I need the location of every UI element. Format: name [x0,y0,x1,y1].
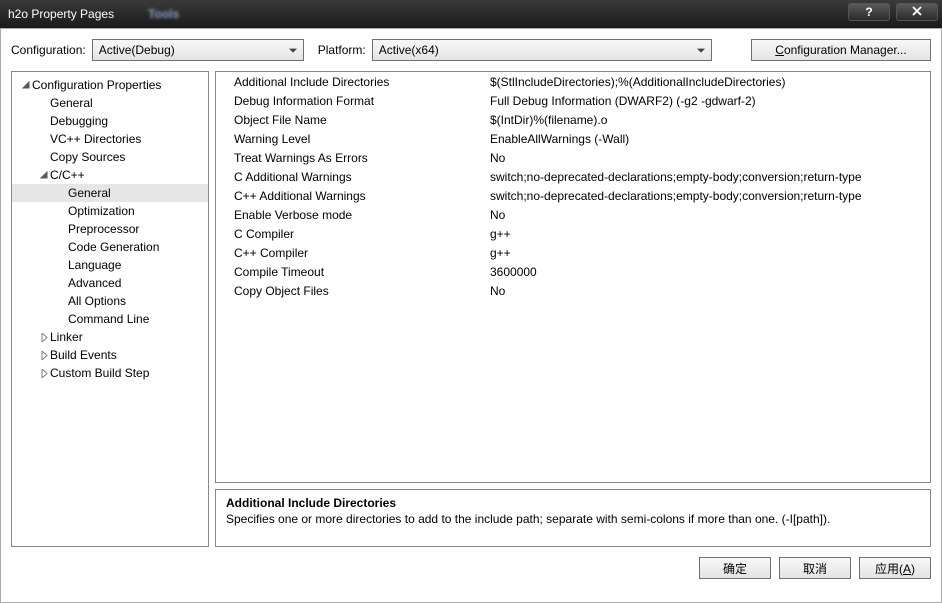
property-row[interactable]: Compile Timeout3600000 [216,262,930,281]
property-row[interactable]: C++ Additional Warningsswitch;no-depreca… [216,186,930,205]
chevron-down-icon [285,43,301,57]
property-name: Additional Include Directories [216,75,486,89]
property-row[interactable]: Object File Name$(IntDir)%(filename).o [216,110,930,129]
question-icon: ? [865,5,872,19]
property-value[interactable]: g++ [486,246,930,260]
platform-combo[interactable]: Active(x64) [372,39,712,61]
property-row[interactable]: Additional Include Directories$(StlInclu… [216,72,930,91]
property-value[interactable]: switch;no-deprecated-declarations;empty-… [486,189,930,203]
property-name: Copy Object Files [216,284,486,298]
property-value[interactable]: EnableAllWarnings (-Wall) [486,132,930,146]
property-name: C++ Compiler [216,246,486,260]
platform-value: Active(x64) [379,43,693,57]
property-row[interactable]: Copy Object FilesNo [216,281,930,300]
platform-label: Platform: [318,43,366,57]
window-buttons: ? [848,3,938,21]
titlebar: h2o Property Pages Tools ? [0,0,942,28]
chevron-down-icon [693,43,709,57]
property-row[interactable]: C Additional Warningsswitch;no-deprecate… [216,167,930,186]
property-name: Enable Verbose mode [216,208,486,222]
description-heading: Additional Include Directories [226,496,920,510]
tree-item[interactable]: Language [12,256,208,274]
configuration-label: Configuration: [11,43,86,57]
description-pane: Additional Include Directories Specifies… [215,489,931,547]
property-name: Warning Level [216,132,486,146]
property-value[interactable]: No [486,284,930,298]
property-row[interactable]: C++ Compilerg++ [216,243,930,262]
property-name: Treat Warnings As Errors [216,151,486,165]
tree-item[interactable]: Advanced [12,274,208,292]
property-row[interactable]: Treat Warnings As ErrorsNo [216,148,930,167]
tree-root[interactable]: Configuration Properties [12,76,208,94]
blurred-text: Tools [148,7,179,21]
right-panel: Additional Include Directories$(StlInclu… [215,71,931,547]
tree-item[interactable]: Debugging [12,112,208,130]
property-row[interactable]: Warning LevelEnableAllWarnings (-Wall) [216,129,930,148]
property-value[interactable]: g++ [486,227,930,241]
tree-item[interactable]: General [12,184,208,202]
tree-item[interactable]: General [12,94,208,112]
help-button[interactable]: ? [848,3,890,21]
property-name: Debug Information Format [216,94,486,108]
tree-item[interactable]: Code Generation [12,238,208,256]
property-value[interactable]: No [486,208,930,222]
dialog-footer: 确定 取消 应用(A) [11,557,931,579]
tree-item[interactable]: Optimization [12,202,208,220]
property-name: C++ Additional Warnings [216,189,486,203]
tree-item[interactable]: Build Events [12,346,208,364]
tree-item[interactable]: VC++ Directories [12,130,208,148]
property-value[interactable]: Full Debug Information (DWARF2) (-g2 -gd… [486,94,930,108]
ok-button[interactable]: 确定 [699,557,771,579]
description-body: Specifies one or more directories to add… [226,512,920,526]
configuration-combo[interactable]: Active(Debug) [92,39,304,61]
property-grid[interactable]: Additional Include Directories$(StlInclu… [215,71,931,483]
tree-item[interactable]: Command Line [12,310,208,328]
property-row[interactable]: Enable Verbose modeNo [216,205,930,224]
close-button[interactable] [896,3,938,21]
top-controls: Configuration: Active(Debug) Platform: A… [11,39,931,61]
cancel-button[interactable]: 取消 [779,557,851,579]
apply-button[interactable]: 应用(A) [859,557,931,579]
dialog-body: Configuration: Active(Debug) Platform: A… [0,28,942,603]
property-value[interactable]: switch;no-deprecated-declarations;empty-… [486,170,930,184]
tree-item[interactable]: Linker [12,328,208,346]
tree-item[interactable]: Preprocessor [12,220,208,238]
tree-node-cpp[interactable]: C/C++ [12,166,208,184]
nav-tree[interactable]: Configuration Properties GeneralDebuggin… [11,71,209,547]
configuration-value: Active(Debug) [99,43,285,57]
window-title: h2o Property Pages [8,7,114,21]
expand-icon[interactable] [38,367,50,379]
property-value[interactable]: $(StlIncludeDirectories);%(AdditionalInc… [486,75,930,89]
tree-item[interactable]: All Options [12,292,208,310]
property-name: C Compiler [216,227,486,241]
tree-item[interactable]: Copy Sources [12,148,208,166]
expand-icon[interactable] [38,331,50,343]
main-split: Configuration Properties GeneralDebuggin… [11,71,931,547]
property-value[interactable]: 3600000 [486,265,930,279]
property-value[interactable]: No [486,151,930,165]
close-icon [911,5,923,19]
collapse-icon[interactable] [20,79,32,91]
property-name: C Additional Warnings [216,170,486,184]
collapse-icon[interactable] [38,169,50,181]
configuration-manager-button[interactable]: Configuration Manager... [751,39,931,61]
property-row[interactable]: C Compilerg++ [216,224,930,243]
property-name: Compile Timeout [216,265,486,279]
tree-item[interactable]: Custom Build Step [12,364,208,382]
property-row[interactable]: Debug Information FormatFull Debug Infor… [216,91,930,110]
property-name: Object File Name [216,113,486,127]
property-value[interactable]: $(IntDir)%(filename).o [486,113,930,127]
expand-icon[interactable] [38,349,50,361]
